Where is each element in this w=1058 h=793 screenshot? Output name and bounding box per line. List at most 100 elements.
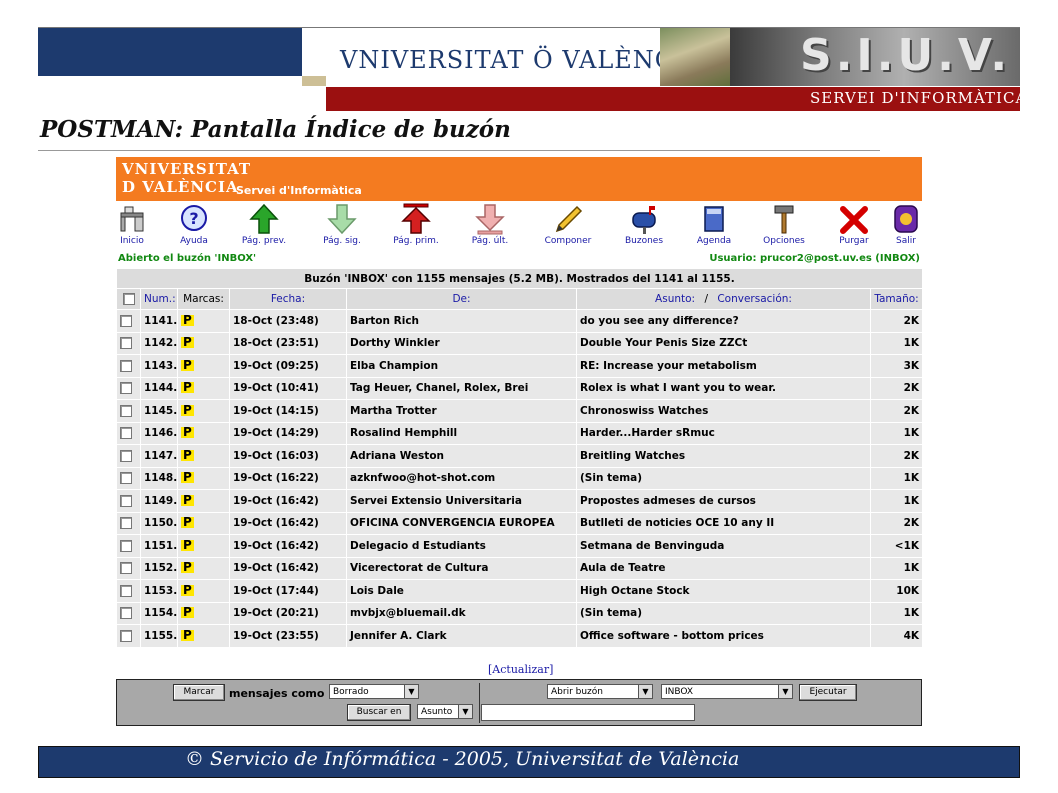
row-checkbox[interactable] bbox=[116, 511, 141, 535]
app-header: VNIVERSITAT D VALÈNCIA Servei d'Informàt… bbox=[116, 157, 922, 201]
message-number: 1141. bbox=[140, 309, 178, 333]
table-row[interactable]: 1145. P 19-Oct (14:15) Martha Trotter Chrono… bbox=[116, 399, 924, 423]
message-date: 19-Oct (16:22) bbox=[229, 466, 347, 490]
message-subject[interactable]: RE: Increase your metabolism bbox=[576, 354, 871, 378]
mailbox-select[interactable]: INBOX ▼ bbox=[661, 684, 793, 699]
toolbar-pag-sig-button[interactable]: Pág. sig. bbox=[312, 203, 372, 251]
message-date: 19-Oct (17:44) bbox=[229, 579, 347, 603]
message-subject[interactable]: Butlleti de noticies OCE 10 any II bbox=[576, 511, 871, 535]
toolbar-label: Agenda bbox=[696, 236, 732, 246]
toolbar-label: Inicio bbox=[120, 236, 144, 246]
flag-icon: P bbox=[181, 357, 194, 372]
message-subject[interactable]: Aula de Teatre bbox=[576, 556, 871, 580]
message-size: 2K bbox=[869, 444, 924, 468]
row-checkbox[interactable] bbox=[116, 376, 141, 400]
marcar-button[interactable]: Marcar bbox=[173, 684, 225, 701]
table-row[interactable]: 1147. P 19-Oct (16:03) Adriana Weston Breitl… bbox=[116, 444, 924, 468]
table-row[interactable]: 1153. P 19-Oct (17:44) Lois Dale High Octane… bbox=[116, 579, 924, 603]
toolbar-componer-button[interactable]: Componer bbox=[538, 203, 598, 251]
table-row[interactable]: 1143. P 19-Oct (09:25) Elba Champion RE: Inc… bbox=[116, 354, 924, 378]
table-row[interactable]: 1149. P 19-Oct (16:42) Servei Extensio Univ… bbox=[116, 489, 924, 513]
message-subject[interactable]: Double Your Penis Size ZZCt bbox=[576, 331, 871, 355]
select-all-checkbox[interactable] bbox=[116, 288, 141, 310]
message-subject[interactable]: (Sin tema) bbox=[576, 601, 871, 625]
row-checkbox[interactable] bbox=[116, 354, 141, 378]
row-checkbox[interactable] bbox=[116, 534, 141, 558]
search-input[interactable] bbox=[481, 704, 695, 721]
row-checkbox[interactable] bbox=[116, 399, 141, 423]
table-row[interactable]: 1151. P 19-Oct (16:42) Delegacio d Estudian… bbox=[116, 534, 924, 558]
row-checkbox[interactable] bbox=[116, 556, 141, 580]
message-subject[interactable]: Chronoswiss Watches bbox=[576, 399, 871, 423]
table-row[interactable]: 1150. P 19-Oct (16:42) OFICINA CONVERGENCIA… bbox=[116, 511, 924, 535]
refresh-link[interactable]: [Actualizar] bbox=[488, 663, 553, 676]
message-subject[interactable]: High Octane Stock bbox=[576, 579, 871, 603]
column-de[interactable]: De: bbox=[346, 288, 577, 310]
message-subject[interactable]: Office software - bottom prices bbox=[576, 624, 871, 648]
column-conversacion[interactable]: Conversación: bbox=[717, 293, 792, 305]
column-tamano[interactable]: Tamaño: bbox=[869, 288, 924, 310]
column-fecha[interactable]: Fecha: bbox=[229, 288, 347, 310]
row-checkbox[interactable] bbox=[116, 579, 141, 603]
footer-copyright: © Servicio de Infórmática - 2005, Univer… bbox=[185, 748, 740, 770]
mark-as-select[interactable]: Borrado ▼ bbox=[329, 684, 419, 699]
buscar-button[interactable]: Buscar en bbox=[347, 704, 411, 721]
toolbar-pag-prim-button[interactable]: Pág. prim. bbox=[386, 203, 446, 251]
table-row[interactable]: 1141. P 18-Oct (23:48) Barton Rich do you se… bbox=[116, 309, 924, 333]
message-subject[interactable]: Rolex is what I want you to wear. bbox=[576, 376, 871, 400]
toolbar-agenda-button[interactable]: Agenda bbox=[684, 203, 744, 251]
message-flag: P bbox=[177, 624, 230, 648]
row-checkbox[interactable] bbox=[116, 444, 141, 468]
message-flag: P bbox=[177, 466, 230, 490]
flag-icon: P bbox=[181, 537, 194, 552]
row-checkbox[interactable] bbox=[116, 489, 141, 513]
table-row[interactable]: 1146. P 19-Oct (14:29) Rosalind Hemphill Har… bbox=[116, 421, 924, 445]
message-date: 19-Oct (16:03) bbox=[229, 444, 347, 468]
row-checkbox[interactable] bbox=[116, 309, 141, 333]
table-row[interactable]: 1144. P 19-Oct (10:41) Tag Heuer, Chanel, R… bbox=[116, 376, 924, 400]
toolbar-buzones-button[interactable]: Buzones bbox=[614, 203, 674, 251]
table-row[interactable]: 1154. P 19-Oct (20:21) mvbjx@bluemail.dk (Si… bbox=[116, 601, 924, 625]
message-subject[interactable]: do you see any difference? bbox=[576, 309, 871, 333]
message-size: 3K bbox=[869, 354, 924, 378]
search-field-select[interactable]: Asunto ▼ bbox=[417, 704, 473, 719]
message-number: 1145. bbox=[140, 399, 178, 423]
message-from: mvbjx@bluemail.dk bbox=[346, 601, 577, 625]
row-checkbox[interactable] bbox=[116, 421, 141, 445]
table-row[interactable]: 1152. P 19-Oct (16:42) Vicerectorat de Cult… bbox=[116, 556, 924, 580]
chevron-down-icon: ▼ bbox=[778, 685, 792, 698]
toolbar-purgar-button[interactable]: Purgar bbox=[824, 203, 884, 251]
message-subject[interactable]: Harder...Harder sRmuc bbox=[576, 421, 871, 445]
flag-icon: P bbox=[181, 312, 194, 327]
column-asunto[interactable]: Asunto: bbox=[655, 293, 695, 305]
toolbar-pag-ult-button[interactable]: Pág. últ. bbox=[460, 203, 520, 251]
desk-icon bbox=[120, 206, 144, 232]
message-date: 18-Oct (23:51) bbox=[229, 331, 347, 355]
message-subject[interactable]: Breitling Watches bbox=[576, 444, 871, 468]
message-date: 19-Oct (16:42) bbox=[229, 556, 347, 580]
message-from: Jennifer A. Clark bbox=[346, 624, 577, 648]
toolbar-inicio-button[interactable]: Inicio bbox=[102, 203, 162, 251]
message-subject[interactable]: Setmana de Benvinguda bbox=[576, 534, 871, 558]
toolbar-opciones-button[interactable]: Opciones bbox=[754, 203, 814, 251]
arrow-down-icon bbox=[327, 204, 357, 235]
message-subject[interactable]: Propostes admeses de cursos bbox=[576, 489, 871, 513]
table-row[interactable]: 1155. P 19-Oct (23:55) Jennifer A. Clark Off… bbox=[116, 624, 924, 648]
row-checkbox[interactable] bbox=[116, 601, 141, 625]
table-row[interactable]: 1142. P 18-Oct (23:51) Dorthy Winkler Double… bbox=[116, 331, 924, 355]
toolbar-salir-button[interactable]: Salir bbox=[876, 203, 936, 251]
message-subject[interactable]: (Sin tema) bbox=[576, 466, 871, 490]
row-checkbox[interactable] bbox=[116, 331, 141, 355]
row-checkbox[interactable] bbox=[116, 466, 141, 490]
message-from: Vicerectorat de Cultura bbox=[346, 556, 577, 580]
column-num[interactable]: Num.: bbox=[140, 288, 178, 310]
table-row[interactable]: 1148. P 19-Oct (16:22) azknfwoo@hot-shot.co… bbox=[116, 466, 924, 490]
toolbar-pag-prev-button[interactable]: Pág. prev. bbox=[234, 203, 294, 251]
ejecutar-button[interactable]: Ejecutar bbox=[799, 684, 857, 701]
toolbar-label: Opciones bbox=[763, 236, 805, 246]
open-mailbox-select[interactable]: Abrir buzón ▼ bbox=[547, 684, 653, 699]
flag-icon: P bbox=[181, 402, 194, 417]
row-checkbox[interactable] bbox=[116, 624, 141, 648]
toolbar-ayuda-button[interactable]: ? Ayuda bbox=[164, 203, 224, 251]
flag-icon: P bbox=[181, 380, 194, 395]
